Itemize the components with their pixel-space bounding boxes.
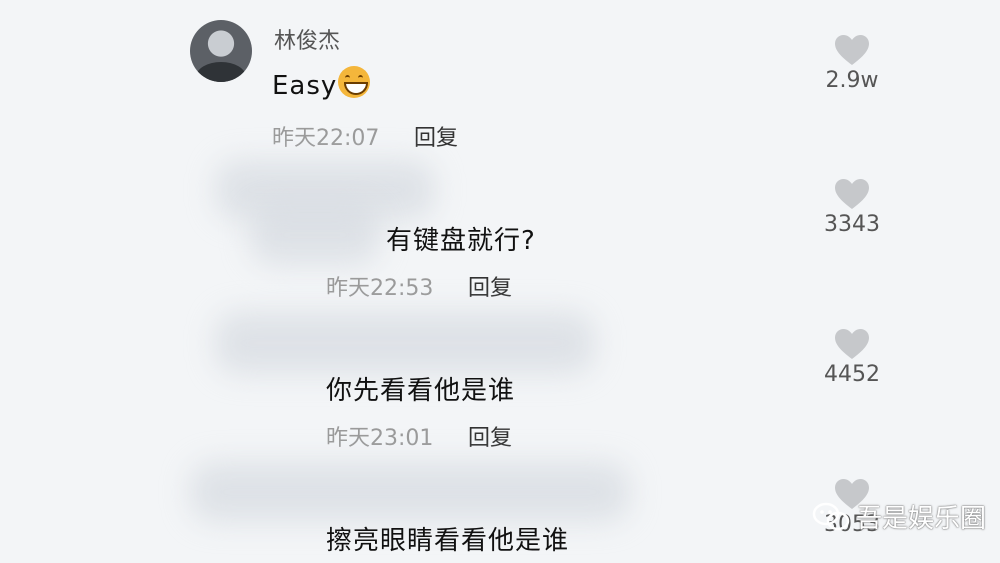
comment-text: Easy — [272, 66, 371, 101]
heart-icon[interactable] — [812, 34, 892, 66]
reply-button[interactable]: 回复 — [414, 120, 458, 152]
like-count: 4452 — [824, 362, 880, 387]
wechat-icon — [812, 502, 850, 532]
like-control[interactable]: 2.9w — [812, 34, 892, 93]
blurred-avatar-username — [215, 312, 595, 374]
reply-button[interactable]: 回复 — [468, 270, 512, 302]
like-count: 3343 — [824, 212, 880, 237]
comment-timestamp: 昨天23:01 — [326, 426, 434, 451]
grinning-emoji-icon — [338, 66, 371, 98]
reply-button[interactable]: 回复 — [468, 420, 512, 452]
comment-timestamp: 昨天22:53 — [326, 276, 434, 301]
avatar[interactable] — [190, 20, 252, 82]
comment-text: 有键盘就行? — [386, 226, 536, 256]
heart-icon[interactable] — [812, 178, 892, 210]
comment-text: 擦亮眼睛看看他是谁 — [326, 526, 570, 556]
comment-timestamp: 昨天22:07 — [272, 126, 380, 151]
blurred-avatar-username — [190, 462, 630, 522]
heart-icon[interactable] — [812, 328, 892, 360]
like-control[interactable]: 3343 — [812, 178, 892, 237]
like-count: 2.9w — [825, 68, 879, 93]
comment-text: 你先看看他是谁 — [326, 376, 516, 406]
blurred-reply-target — [250, 205, 380, 265]
avatar-figure — [196, 62, 246, 82]
watermark-text: 吾是娱乐圈 — [856, 504, 987, 534]
watermark: 吾是娱乐圈 — [812, 498, 986, 535]
like-control[interactable]: 4452 — [812, 328, 892, 387]
comment-author[interactable]: 林俊杰 — [274, 23, 340, 55]
comment-text-body: Easy — [272, 71, 338, 101]
